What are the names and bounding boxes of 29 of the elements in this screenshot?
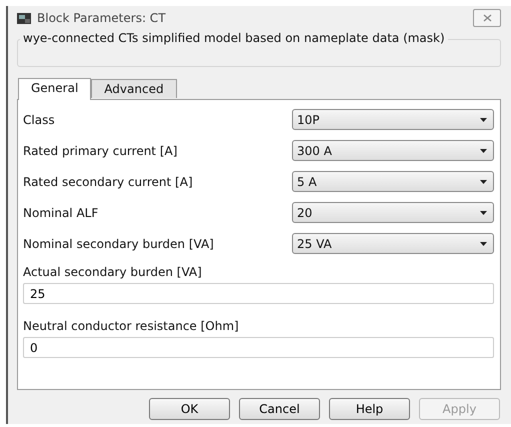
dropdown[interactable]: 5 A: [292, 171, 494, 192]
window-icon: [17, 12, 31, 24]
dropdown[interactable]: 25 VA: [292, 233, 494, 254]
parameter-label: Nominal ALF: [23, 204, 98, 222]
parameter-label: Rated primary current [A]: [23, 142, 178, 160]
parameter-label: Class: [23, 112, 55, 128]
description-text: wye-connected CTs simplified model based on nameplate data (mask): [20, 31, 448, 46]
parameter-label: Nominal secondary burden [VA]: [23, 236, 214, 252]
dropdown-caret-icon: [480, 118, 487, 122]
dropdown-caret-icon: [480, 242, 487, 246]
dropdown[interactable]: 300 A: [292, 140, 494, 161]
input-field[interactable]: 25: [23, 283, 494, 304]
parameter-label: Neutral conductor resistance [Ohm]: [23, 318, 240, 335]
parameter-label: Actual secondary burden [VA]: [23, 264, 203, 281]
dialog-button[interactable]: Cancel: [239, 398, 320, 420]
close-icon: [482, 14, 492, 22]
dropdown[interactable]: 10P: [292, 109, 494, 130]
dropdown-caret-icon: [480, 180, 487, 184]
dropdown-caret-icon: [480, 148, 487, 152]
tab[interactable]: General: [18, 78, 92, 100]
dialog-button[interactable]: OK: [149, 398, 230, 420]
dialog-button[interactable]: Help: [329, 398, 410, 420]
tab[interactable]: Advanced: [91, 79, 177, 98]
dropdown[interactable]: 20: [292, 202, 494, 223]
input-field[interactable]: 0: [23, 337, 494, 358]
window-title: Block Parameters: CT: [37, 10, 166, 27]
parameter-label: Rated secondary current [A]: [23, 174, 193, 190]
dropdown-caret-icon: [480, 210, 487, 214]
close-button[interactable]: [473, 9, 501, 27]
